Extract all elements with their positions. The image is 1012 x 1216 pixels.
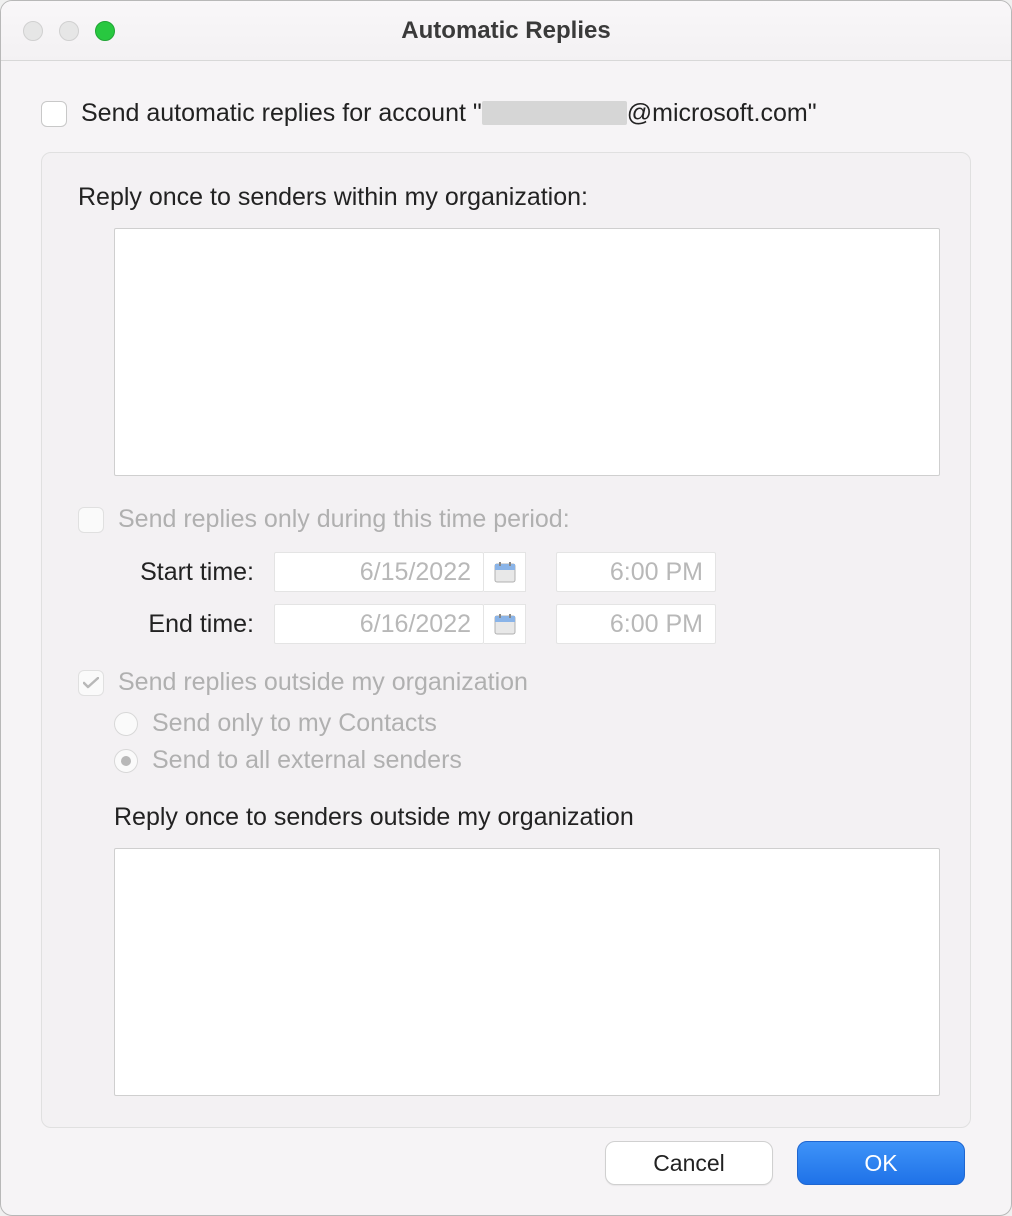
window-title: Automatic Replies [1,17,1011,45]
redacted-account-name [482,101,627,125]
time-period-label: Send replies only during this time perio… [118,505,570,534]
send-auto-label-suffix: " [808,99,817,127]
outside-checkbox[interactable] [78,670,104,696]
radio-contacts-label: Send only to my Contacts [152,709,437,738]
radio-all-external[interactable] [114,749,138,773]
end-time-label: End time: [114,610,274,639]
calendar-icon [493,560,517,584]
send-auto-checkbox[interactable] [41,101,67,127]
settings-panel: Reply once to senders within my organiza… [41,152,971,1128]
radio-contacts-row: Send only to my Contacts [114,709,940,738]
time-grid: Start time: 6/15/2022 6:00 PM End time: … [114,552,940,644]
minimize-window-button[interactable] [59,21,79,41]
end-time-field[interactable]: 6:00 PM [556,604,716,644]
zoom-window-button[interactable] [95,21,115,41]
send-auto-row: Send automatic replies for account " @mic… [41,99,971,128]
send-auto-label: Send automatic replies for account " @mic… [81,99,817,128]
send-auto-label-prefix: Send automatic replies for account " [81,99,482,127]
cancel-button[interactable]: Cancel [605,1141,773,1185]
external-reply-textarea[interactable] [114,848,940,1096]
dialog-window: Automatic Replies Send automatic replies… [0,0,1012,1216]
calendar-icon [493,612,517,636]
time-period-row: Send replies only during this time perio… [78,505,940,534]
account-domain: @microsoft.com [627,99,808,127]
start-date-picker-button[interactable] [484,552,526,592]
reply-outside-label: Reply once to senders outside my organiz… [114,803,940,832]
reply-within-label: Reply once to senders within my organiza… [78,183,940,212]
title-bar: Automatic Replies [1,1,1011,61]
outside-label: Send replies outside my organization [118,668,528,697]
outside-row: Send replies outside my organization [78,668,940,697]
outside-radio-group: Send only to my Contacts Send to all ext… [114,709,940,775]
radio-contacts[interactable] [114,712,138,736]
time-period-checkbox[interactable] [78,507,104,533]
footer-buttons: Cancel OK [605,1141,965,1185]
ok-button[interactable]: OK [797,1141,965,1185]
close-window-button[interactable] [23,21,43,41]
radio-all-label: Send to all external senders [152,746,462,775]
internal-reply-textarea[interactable] [114,228,940,476]
start-time-field[interactable]: 6:00 PM [556,552,716,592]
content-area: Send automatic replies for account " @mic… [1,61,1011,1148]
start-date-field[interactable]: 6/15/2022 [274,552,484,592]
end-date-field[interactable]: 6/16/2022 [274,604,484,644]
end-date-picker-button[interactable] [484,604,526,644]
radio-all-row: Send to all external senders [114,746,940,775]
traffic-lights [23,21,115,41]
start-time-label: Start time: [114,558,274,587]
